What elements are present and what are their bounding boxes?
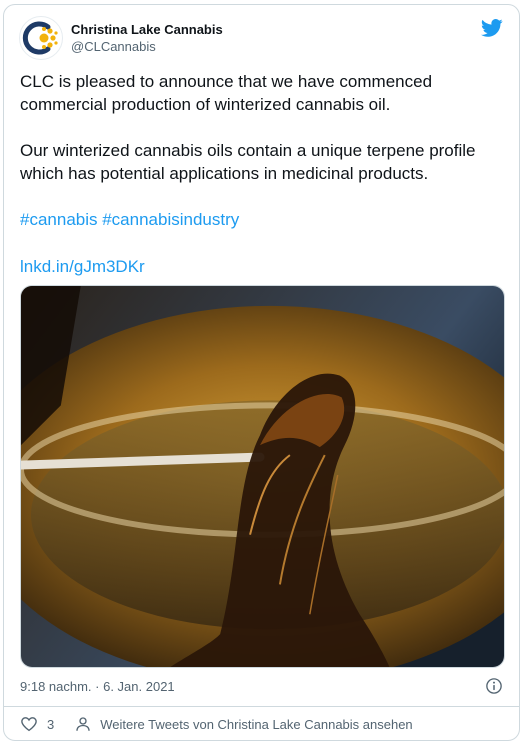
tweet-header[interactable]: Christina Lake Cannabis @CLCannabis <box>19 16 223 60</box>
tweet-card: Christina Lake Cannabis @CLCannabis CLC … <box>3 4 520 741</box>
author-handle[interactable]: @CLCannabis <box>71 38 223 55</box>
tweet-paragraph: CLC is pleased to announce that we have … <box>20 72 433 114</box>
heart-icon <box>21 717 37 732</box>
more-tweets-label: Weitere Tweets von Christina Lake Cannab… <box>100 716 413 732</box>
twitter-bird-icon[interactable] <box>481 17 503 39</box>
tweet-actions: 3 Weitere Tweets von Christina Lake Cann… <box>20 715 413 733</box>
tweet-paragraph: Our winterized cannabis oils contain a u… <box>20 141 476 183</box>
info-icon[interactable] <box>485 677 503 695</box>
tweet-image[interactable] <box>20 285 505 668</box>
tweet-timestamp[interactable]: 9:18 nachm. · 6. Jan. 2021 <box>20 679 175 694</box>
logo-icon <box>22 21 58 55</box>
like-button[interactable]: 3 <box>20 715 54 733</box>
author-name[interactable]: Christina Lake Cannabis <box>71 21 223 38</box>
avatar[interactable] <box>19 16 63 60</box>
divider <box>4 706 519 707</box>
person-icon <box>76 717 90 731</box>
more-tweets-link[interactable]: Weitere Tweets von Christina Lake Cannab… <box>74 715 413 733</box>
tweet-link[interactable]: lnkd.in/gJm3DKr <box>20 256 510 279</box>
tweet-text: CLC is pleased to announce that we have … <box>20 71 510 302</box>
hashtags[interactable]: #cannabis #cannabisindustry <box>20 209 510 232</box>
like-count: 3 <box>47 716 55 732</box>
